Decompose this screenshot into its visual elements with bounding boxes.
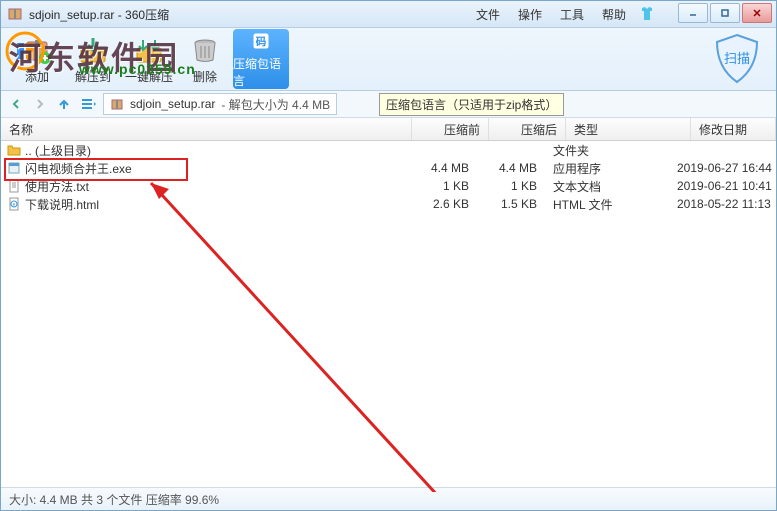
maximize-button[interactable] [710,3,740,23]
skin-icon[interactable] [638,5,656,23]
svg-text:码: 码 [256,36,267,48]
svg-text:扫描: 扫描 [724,51,750,66]
col-after[interactable]: 压缩后 [489,118,566,140]
col-before[interactable]: 压缩前 [412,118,489,140]
extract-to-button[interactable]: 解压到 [65,29,121,89]
toolbar: 添加 解压到 一键解压 删除 码 压缩包语言 扫描 [1,28,776,91]
view-mode-button[interactable] [79,95,97,113]
minimize-button[interactable] [678,3,708,23]
txt-icon [7,179,21,193]
menu-file[interactable]: 文件 [476,6,500,23]
nav-forward-button[interactable] [31,95,49,113]
html-icon: e [7,197,21,211]
file-list: .. (上级目录) 文件夹 闪电视频合并王.exe 4.4 MB 4.4 MB … [1,141,776,492]
col-name[interactable]: 名称 [1,118,412,140]
svg-text:e: e [13,202,16,208]
menu-operate[interactable]: 操作 [518,6,542,23]
app-icon [7,6,23,22]
delete-label: 删除 [193,68,217,85]
archive-info: - 解包大小为 4.4 MB [221,96,330,113]
path-box[interactable]: sdjoin_setup.rar - 解包大小为 4.4 MB [103,93,337,115]
extract-to-icon [77,34,109,66]
one-click-extract-button[interactable]: 一键解压 [121,29,177,89]
delete-button[interactable]: 删除 [177,29,233,89]
status-bar: 大小: 4.4 MB 共 3 个文件 压缩率 99.6% [1,487,776,510]
menu-tool[interactable]: 工具 [560,6,584,23]
folder-icon [7,143,21,157]
close-button[interactable] [742,3,772,23]
site-logo-icon [5,31,45,71]
nav-up-button[interactable] [55,95,73,113]
archive-name: sdjoin_setup.rar [130,97,215,111]
list-item[interactable]: 闪电视频合并王.exe 4.4 MB 4.4 MB 应用程序 2019-06-2… [1,159,776,177]
archive-icon [110,97,124,111]
title-bar: sdjoin_setup.rar - 360压缩 文件 操作 工具 帮助 [1,1,776,28]
window-title: sdjoin_setup.rar - 360压缩 [29,6,169,23]
app-window: 河东软件园 www.pc0359.cn sdjoin_setup.rar - 3… [0,0,777,511]
nav-back-button[interactable] [7,95,25,113]
language-label: 压缩包语言 [233,55,289,89]
window-controls [678,3,772,23]
extract-to-label: 解压到 [75,68,111,85]
one-click-label: 一键解压 [125,68,173,85]
menu-bar: 文件 操作 工具 帮助 [476,1,626,27]
archive-language-button[interactable]: 码 压缩包语言 [233,29,289,89]
exe-icon [7,161,21,175]
list-item[interactable]: 使用方法.txt 1 KB 1 KB 文本文档 2019-06-21 10:41 [1,177,776,195]
scan-button[interactable]: 扫描 [710,32,764,86]
delete-icon [189,34,221,66]
tooltip: 压缩包语言（只适用于zip格式） [379,93,564,116]
one-click-icon [133,34,165,66]
col-date[interactable]: 修改日期 [691,118,776,140]
col-type[interactable]: 类型 [566,118,691,140]
list-item[interactable]: .. (上级目录) 文件夹 [1,141,776,159]
annotation-arrow [31,177,451,492]
language-icon: 码 [245,29,277,53]
status-text: 大小: 4.4 MB 共 3 个文件 压缩率 99.6% [9,491,219,508]
menu-help[interactable]: 帮助 [602,6,626,23]
column-headers: 名称 压缩前 压缩后 类型 修改日期 [1,118,776,141]
list-item[interactable]: e下载说明.html 2.6 KB 1.5 KB HTML 文件 2018-05… [1,195,776,213]
